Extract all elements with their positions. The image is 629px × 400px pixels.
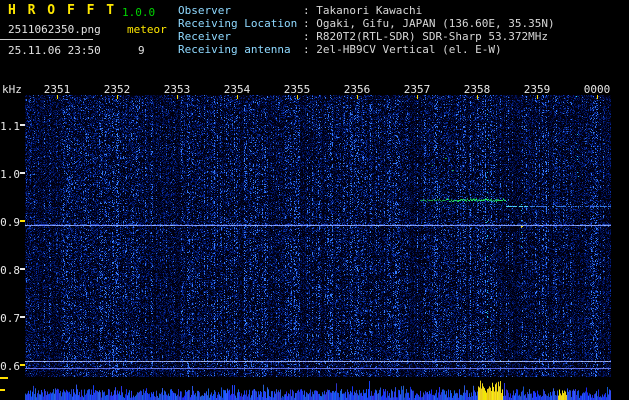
mode-label: meteor: [127, 23, 167, 36]
freq-tick-label: 0.9: [0, 216, 20, 229]
level-scale-tick: [0, 377, 8, 379]
datetime-label: 25.11.06 23:50: [8, 44, 101, 57]
output-filename: 2511062350.png: [8, 23, 101, 36]
info-label: Receiver: [178, 30, 231, 43]
app-title: H R O F F T: [8, 3, 117, 18]
info-value: : R820T2(RTL-SDR) SDR-Sharp 53.372MHz: [303, 30, 549, 43]
level-strip-canvas: [25, 377, 611, 400]
info-row-receiver: Receiver : R820T2(RTL-SDR) SDR-Sharp 53.3…: [178, 30, 555, 43]
info-value: : 2el-HB9CV Vertical (el. E-W): [303, 43, 502, 56]
info-value: : Ogaki, Gifu, JAPAN (136.60E, 35.35N): [303, 17, 555, 30]
spectrogram-canvas: [25, 95, 611, 377]
level-scale-tick: [0, 389, 5, 391]
freq-tick-label: 1.1: [0, 120, 20, 133]
app-version: 1.0.0: [122, 6, 156, 19]
header-divider: [0, 39, 93, 40]
info-label: Receiving antenna: [178, 43, 291, 56]
info-label: Observer: [178, 4, 231, 17]
hrofft-window: H R O F F T 1.0.0 2511062350.png meteor …: [0, 0, 629, 400]
freq-tick-label: 0.8: [0, 264, 20, 277]
freq-tick-label: 0.7: [0, 312, 20, 325]
freq-unit-label: kHz: [2, 83, 22, 96]
freq-tick-label: 0.6: [0, 360, 20, 373]
info-row-antenna: Receiving antenna : 2el-HB9CV Vertical (e…: [178, 43, 555, 56]
info-row-observer: Observer : Takanori Kawachi: [178, 4, 555, 17]
info-label: Receiving Location: [178, 17, 298, 30]
station-info: Observer : Takanori Kawachi Receiving Loc…: [178, 4, 555, 56]
freq-tick-label: 1.0: [0, 168, 20, 181]
info-row-location: Receiving Location : Ogaki, Gifu, JAPAN (…: [178, 17, 555, 30]
echo-count: 9: [138, 44, 145, 57]
info-value: : Takanori Kawachi: [303, 4, 423, 17]
